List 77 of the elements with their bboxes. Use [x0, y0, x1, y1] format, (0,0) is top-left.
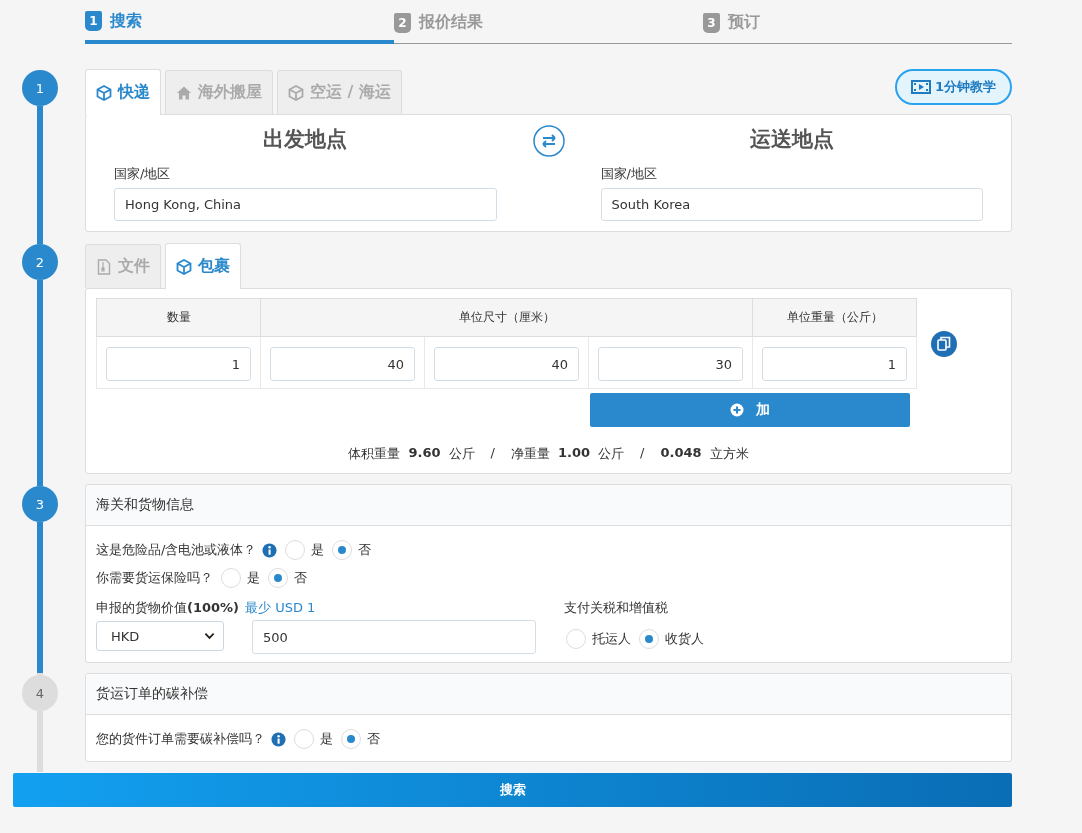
currency-select[interactable]: HKD	[96, 621, 224, 651]
destination-heading: 运送地点	[748, 126, 835, 153]
plus-icon	[730, 403, 744, 417]
radio-button[interactable]	[341, 729, 361, 749]
option-label: 是	[311, 541, 325, 559]
copy-icon[interactable]	[931, 330, 957, 357]
add-button[interactable]: 加	[590, 393, 910, 427]
mode-tab[interactable]: 快递	[85, 69, 161, 115]
radio-button[interactable]	[294, 729, 314, 749]
radio-button[interactable]	[268, 568, 288, 588]
section-title: 海关和货物信息	[86, 485, 1011, 526]
origin-country-field[interactable]: Hong Kong, China	[114, 188, 497, 221]
step-circle: 4	[22, 675, 58, 711]
step-circle: 3	[22, 486, 58, 522]
step-number-badge: 3	[703, 12, 720, 33]
progress-step[interactable]: 3 预订	[703, 0, 1012, 43]
amount-field[interactable]: 500	[252, 620, 536, 654]
step-circle: 2	[22, 244, 58, 280]
radio-button[interactable]	[221, 568, 241, 588]
summary-label: 净重量	[510, 445, 550, 463]
info-icon[interactable]	[271, 731, 286, 747]
separator-text: /	[640, 445, 645, 462]
tutorial-button[interactable]: 1分钟教学	[894, 69, 1012, 105]
option-label: 否	[294, 569, 307, 587]
number-field[interactable]: 1	[106, 347, 251, 381]
number-field[interactable]: 30	[598, 347, 743, 381]
option-label: 托运人	[592, 630, 631, 648]
step-number-badge: 2	[394, 12, 411, 33]
option-label: 否	[358, 541, 372, 559]
summary-label: 体积重量	[348, 445, 401, 463]
summary-value: 0.048	[660, 445, 702, 462]
origin-heading: 出发地点	[262, 126, 349, 153]
progress-step[interactable]: 1 搜索	[85, 0, 394, 44]
section-title: 货运订单的碳补偿	[86, 674, 1011, 715]
destination-country-field[interactable]: South Korea	[600, 188, 983, 221]
radio-button[interactable]	[285, 540, 306, 560]
step-circle: 1	[22, 70, 58, 106]
separator-text: /	[490, 445, 495, 462]
summary-unit: 公斤	[448, 445, 475, 463]
column-header: 数量	[96, 298, 261, 337]
minimum-hint: 最少 USD 1	[245, 599, 316, 617]
summary-unit: 公斤	[598, 445, 624, 463]
film-icon	[910, 80, 931, 94]
progress-step[interactable]: 2 报价结果	[394, 0, 703, 43]
info-icon[interactable]	[262, 542, 278, 558]
chevron-icon	[204, 632, 215, 640]
declared-value-label: 申报的货物价值(100%)	[96, 599, 240, 617]
option-label: 是	[247, 569, 260, 587]
box-icon	[288, 84, 304, 101]
number-field[interactable]: 1	[762, 347, 907, 381]
box-icon	[96, 84, 112, 101]
column-header: 单位尺寸（厘米）	[260, 298, 753, 337]
radio-button[interactable]	[332, 540, 353, 560]
search-button[interactable]: 搜索	[13, 773, 1012, 807]
summary-value: 9.60	[408, 445, 441, 462]
option-label: 否	[367, 730, 380, 748]
document-icon	[96, 258, 112, 275]
summary-unit: 立方米	[709, 445, 749, 463]
radio-button[interactable]	[566, 629, 586, 649]
field-label: 国家/地区	[600, 165, 658, 183]
number-field[interactable]: 40	[270, 347, 415, 381]
option-label: 收货人	[665, 630, 704, 648]
duties-label: 支付关税和增值税	[564, 599, 669, 617]
radio-button[interactable]	[639, 629, 659, 649]
summary-value: 1.00	[557, 445, 590, 462]
box-icon	[176, 258, 192, 275]
question-label: 这是危险品/含电池或液体？	[96, 541, 257, 559]
package-type-tab[interactable]: 包裹	[165, 243, 241, 289]
question-label: 您的货件订单需要碳补偿吗？	[96, 730, 265, 748]
number-field[interactable]: 40	[434, 347, 579, 381]
question-label: 你需要货运保险吗？	[96, 569, 213, 587]
field-label: 国家/地区	[114, 165, 172, 183]
house-icon	[176, 84, 192, 101]
column-header: 单位重量（公斤）	[752, 298, 917, 337]
step-number-badge: 1	[85, 11, 102, 31]
option-label: 是	[320, 730, 333, 748]
swap-icon[interactable]	[532, 125, 565, 157]
